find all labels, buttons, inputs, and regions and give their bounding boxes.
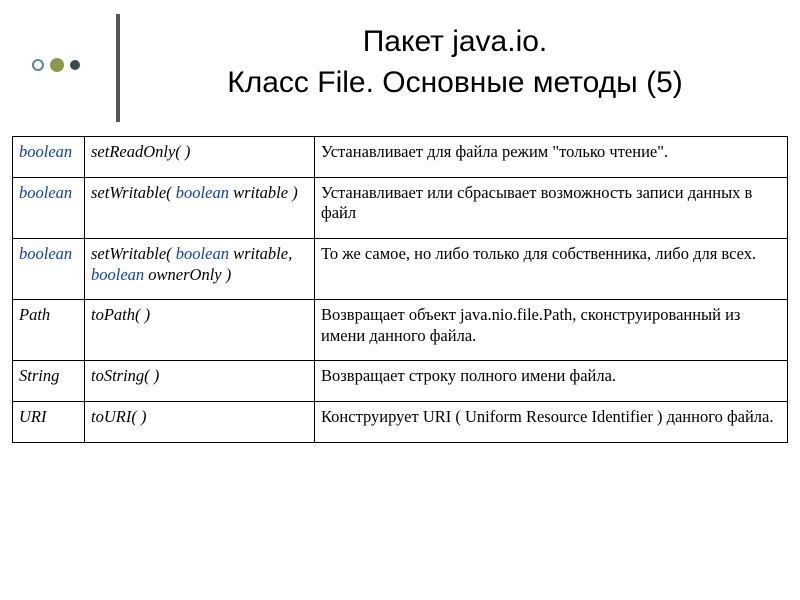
dot-icon bbox=[70, 60, 80, 70]
method-signature: toPath( ) bbox=[91, 305, 150, 324]
method-description: Возвращает строку полного имени файла. bbox=[315, 361, 788, 402]
table-row: Path toPath( ) Возвращает объект java.ni… bbox=[13, 300, 788, 361]
table-row: boolean setWritable( boolean writable, b… bbox=[13, 238, 788, 299]
method-signature: toString( ) bbox=[91, 366, 159, 385]
method-signature: setReadOnly( ) bbox=[91, 142, 190, 161]
method-signature: toURI( ) bbox=[91, 407, 146, 426]
table-row: String toString( ) Возвращает строку пол… bbox=[13, 361, 788, 402]
table-row: boolean setWritable( boolean writable ) … bbox=[13, 177, 788, 238]
vertical-divider bbox=[116, 14, 120, 122]
method-description: Устанавливает или сбрасывает возможность… bbox=[315, 177, 788, 238]
title-line-1: Пакет java.io. bbox=[363, 25, 548, 58]
method-signature: setWritable( boolean writable ) bbox=[85, 177, 315, 238]
return-type: Path bbox=[19, 305, 50, 324]
method-description: Возвращает объект java.nio.file.Path, ск… bbox=[315, 300, 788, 361]
return-type: String bbox=[19, 366, 59, 385]
method-signature: setWritable( boolean writable, boolean o… bbox=[85, 238, 315, 299]
title-line-2: Класс File. Основные методы (5) bbox=[227, 66, 683, 99]
decorative-dots bbox=[32, 58, 80, 72]
methods-table: boolean setReadOnly( ) Устанавливает для… bbox=[12, 136, 788, 443]
method-description: Конструирует URI ( Uniform Resource Iden… bbox=[315, 402, 788, 443]
method-description: То же самое, но либо только для собствен… bbox=[315, 238, 788, 299]
table-row: boolean setReadOnly( ) Устанавливает для… bbox=[13, 137, 788, 178]
table-row: URI toURI( ) Конструирует URI ( Uniform … bbox=[13, 402, 788, 443]
return-type: boolean bbox=[19, 244, 72, 263]
dot-icon bbox=[32, 59, 44, 71]
method-description: Устанавливает для файла режим "только чт… bbox=[315, 137, 788, 178]
slide: Пакет java.io. Класс File. Основные мето… bbox=[0, 0, 800, 600]
return-type: boolean bbox=[19, 183, 72, 202]
return-type: boolean bbox=[19, 142, 72, 161]
page-title: Пакет java.io. Класс File. Основные мето… bbox=[140, 22, 770, 103]
dot-icon bbox=[50, 58, 64, 72]
return-type: URI bbox=[19, 407, 47, 426]
